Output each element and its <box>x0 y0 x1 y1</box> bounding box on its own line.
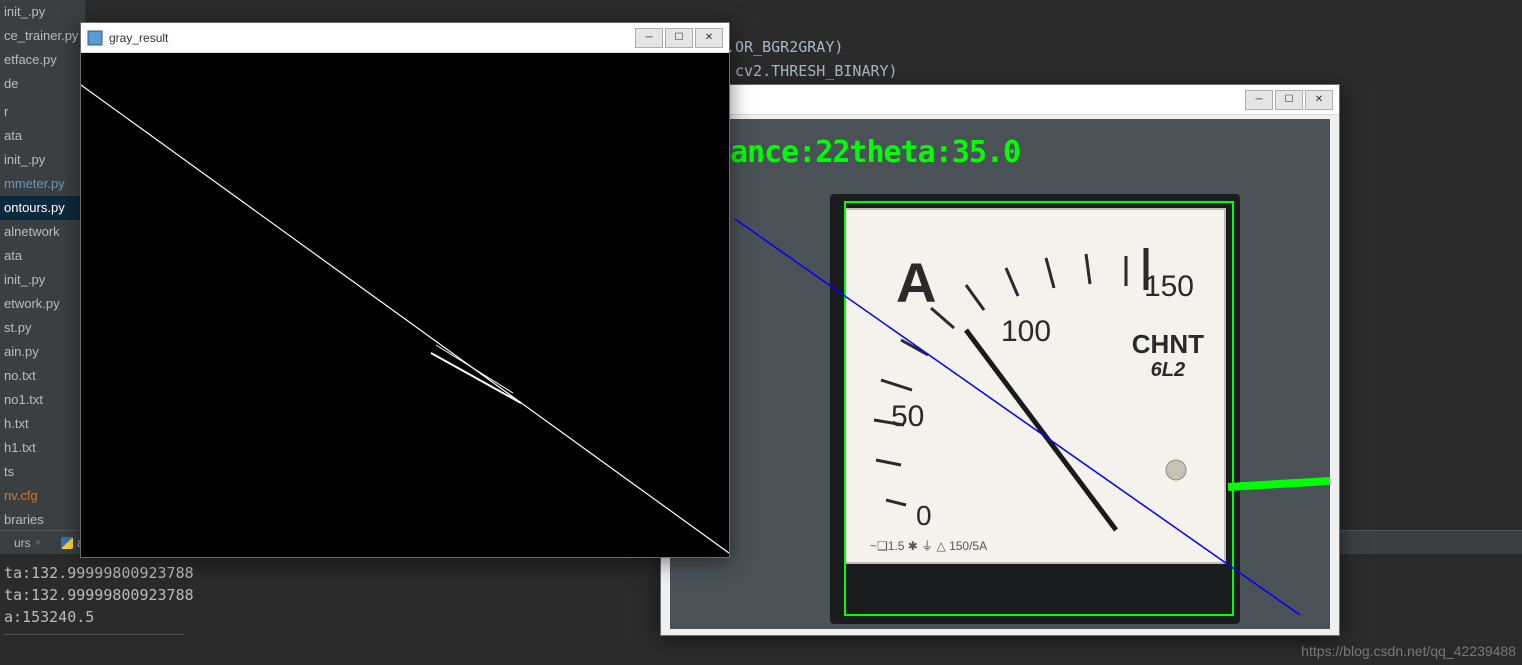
file-item[interactable]: alnetwork <box>0 220 85 244</box>
file-item[interactable]: etwork.py <box>0 292 85 316</box>
contour-rect <box>844 201 1234 616</box>
app-icon <box>87 30 103 46</box>
edge-line-graphic <box>81 53 729 557</box>
file-item[interactable]: init_.py <box>0 148 85 172</box>
maximize-button[interactable]: ☐ <box>665 28 693 48</box>
file-item[interactable]: etface.py <box>0 48 85 72</box>
opencv-window-gray-result[interactable]: gray_result ─ ☐ ✕ <box>80 22 730 558</box>
file-item[interactable]: ain.py <box>0 340 85 364</box>
close-icon[interactable]: × <box>35 537 41 549</box>
overlay-text: ance:22theta:35.0 <box>730 135 1020 170</box>
watermark: https://blog.csdn.net/qq_42239488 <box>1301 643 1516 659</box>
file-item[interactable]: no.txt <box>0 364 85 388</box>
file-item-contours[interactable]: ontours.py <box>0 196 85 220</box>
opencv-window-photo[interactable]: ─ ☐ ✕ A 0 50 100 150 CHNT 6L2 <box>660 84 1340 636</box>
separator <box>4 634 184 635</box>
file-item[interactable]: init_.py <box>0 0 85 24</box>
maximize-button[interactable]: ☐ <box>1275 90 1303 110</box>
file-item[interactable]: h1.txt <box>0 436 85 460</box>
code-fragment: cv2.THRESH_BINARY) <box>726 62 898 80</box>
minimize-button[interactable]: ─ <box>635 28 663 48</box>
file-item[interactable]: de <box>0 72 85 96</box>
gray-canvas <box>81 53 729 557</box>
file-item[interactable]: braries <box>0 508 85 530</box>
file-item[interactable]: ts <box>0 460 85 484</box>
file-item-cfg[interactable]: nv.cfg <box>0 484 85 508</box>
file-item[interactable]: ata <box>0 244 85 268</box>
minimize-button[interactable]: ─ <box>1245 90 1273 110</box>
window-titlebar[interactable]: ─ ☐ ✕ <box>661 85 1339 115</box>
code-fragment: .OR_BGR2GRAY) <box>726 38 843 56</box>
close-button[interactable]: ✕ <box>1305 90 1333 110</box>
photo-canvas: A 0 50 100 150 CHNT 6L2 ~❏1.5 ✱ ⏚ △ 150/… <box>670 119 1330 629</box>
window-titlebar[interactable]: gray_result ─ ☐ ✕ <box>81 23 729 53</box>
close-button[interactable]: ✕ <box>695 28 723 48</box>
python-icon <box>61 537 73 549</box>
file-item[interactable]: st.py <box>0 316 85 340</box>
file-item[interactable]: ata <box>0 124 85 148</box>
file-item[interactable]: no1.txt <box>0 388 85 412</box>
file-item-ammeter[interactable]: mmeter.py <box>0 172 85 196</box>
file-item[interactable]: h.txt <box>0 412 85 436</box>
tab-contours[interactable]: urs× <box>4 534 51 552</box>
file-item[interactable]: ce_trainer.py <box>0 24 85 48</box>
window-title: gray_result <box>109 31 635 45</box>
project-file-tree[interactable]: init_.py ce_trainer.py etface.py de r at… <box>0 0 86 530</box>
file-item[interactable]: r <box>0 100 85 124</box>
file-item[interactable]: init_.py <box>0 268 85 292</box>
